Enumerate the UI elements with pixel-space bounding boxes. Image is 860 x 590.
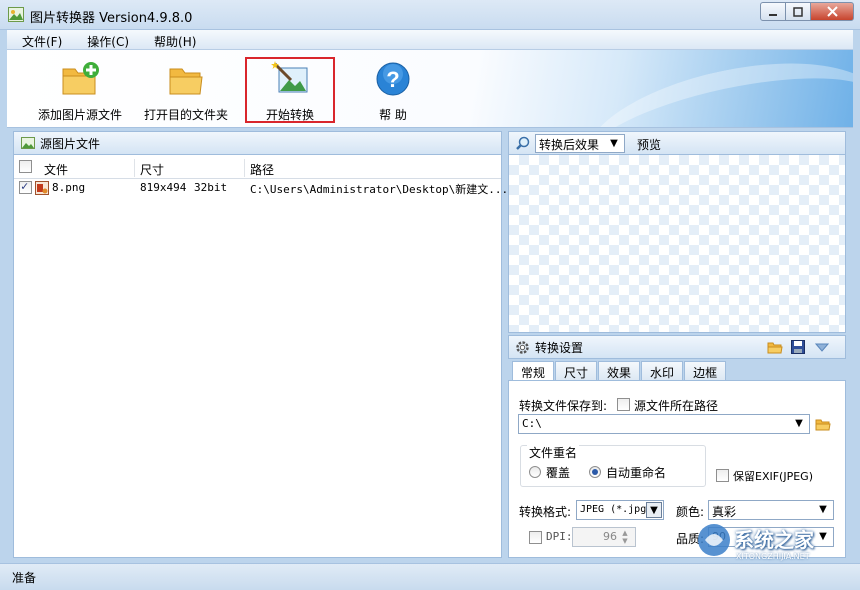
chevron-down-icon: ▼ [795, 418, 803, 429]
add-source-button[interactable]: 添加图片源文件 [21, 50, 139, 127]
save-icon[interactable] [791, 340, 805, 354]
maximize-icon [793, 6, 803, 17]
maximize-button[interactable] [785, 2, 811, 21]
status-text: 准备 [12, 571, 37, 585]
site-watermark: 系统之家 XITONGZHIJIA.NET [694, 516, 854, 576]
dpi-value: 96 [603, 530, 617, 543]
tab-watermark[interactable]: 水印 [641, 361, 684, 381]
auto-rename-label[interactable]: 自动重命名 [606, 464, 666, 481]
dpi-spinner[interactable]: 96 ▲ ▼ [572, 527, 636, 547]
chevron-down-icon: ▼ [610, 138, 618, 149]
minimize-icon [769, 13, 777, 16]
watermark-domain: XITONGZHIJIA.NET [736, 552, 810, 561]
source-path-checkbox[interactable] [617, 398, 630, 411]
menu-file[interactable]: 文件(F) [7, 30, 72, 49]
gear-icon [516, 340, 529, 354]
preview-mode-value: 转换后效果 [539, 138, 600, 152]
dpi-checkbox[interactable] [529, 531, 542, 544]
select-all-checkbox[interactable] [19, 160, 32, 173]
preview-label: 预览 [637, 138, 662, 152]
tab-size[interactable]: 尺寸 [555, 361, 598, 381]
open-folder-icon[interactable] [767, 340, 783, 354]
help-label: 帮 助 [379, 108, 407, 122]
preview-panel-header: 转换后效果 ▼ 预览 [508, 131, 846, 155]
keep-exif-label[interactable]: 保留EXIF(JPEG) [733, 468, 813, 484]
format-label: 转换格式: [519, 505, 572, 519]
window-title: 图片转换器 Version4.9.8.0 [30, 11, 193, 26]
keep-exif-checkbox[interactable] [716, 469, 729, 482]
auto-rename-radio[interactable] [589, 466, 601, 478]
save-path-value: C:\ [522, 417, 542, 430]
chevron-down-icon[interactable] [815, 343, 829, 353]
table-header: 文件 尺寸 路径 [14, 157, 501, 179]
settings-panel-title: 转换设置 [535, 340, 584, 355]
settings-panel-header: 转换设置 [508, 335, 846, 359]
table-row[interactable]: 8.png 819x494 32bit C:\Users\Administrat… [14, 179, 508, 197]
add-source-label: 添加图片源文件 [37, 108, 122, 122]
menu-operation[interactable]: 操作(C) [72, 30, 139, 49]
format-select[interactable]: JPEG (*.jpg ▼ [576, 500, 664, 520]
menu-bar: 文件(F) 操作(C) 帮助(H) [7, 30, 853, 50]
tab-effects[interactable]: 效果 [598, 361, 641, 381]
source-panel-header: 源图片文件 [13, 131, 502, 155]
browse-folder-icon[interactable] [815, 417, 831, 431]
column-size[interactable]: 尺寸 [140, 161, 164, 178]
preview-canvas [508, 155, 846, 333]
source-path-label[interactable]: 源文件所在路径 [634, 397, 718, 414]
svg-text:?: ? [386, 67, 399, 92]
folder-add-icon [62, 62, 99, 95]
close-icon [826, 6, 838, 17]
column-separator[interactable] [244, 159, 245, 177]
chevron-down-icon: ▼ [646, 502, 662, 518]
spinner-arrows-icon[interactable]: ▲ ▼ [617, 529, 633, 545]
preview-mode-select[interactable]: 转换后效果 ▼ [535, 134, 625, 153]
help-button[interactable]: ? 帮 助 [353, 50, 433, 127]
open-dest-label: 打开目的文件夹 [143, 108, 228, 122]
row-path: C:\Users\Administrator\Desktop\新建文... [250, 183, 509, 196]
png-file-icon [35, 181, 49, 195]
watermark-brand: 系统之家 [734, 528, 814, 552]
image-icon [21, 137, 35, 149]
app-icon [8, 7, 24, 22]
row-checkbox[interactable] [19, 179, 32, 194]
settings-tabs: 常规 尺寸 效果 水印 边框 [508, 361, 727, 382]
source-panel-title: 源图片文件 [40, 136, 101, 151]
source-file-list[interactable]: 文件 尺寸 路径 8.png 819x494 32bit C:\Users\Ad… [13, 155, 508, 558]
minimize-button[interactable] [760, 2, 786, 21]
column-file[interactable]: 文件 [44, 161, 68, 178]
tab-border[interactable]: 边框 [684, 361, 727, 381]
overwrite-label[interactable]: 覆盖 [546, 464, 570, 481]
save-path-combobox[interactable]: C:\ ▼ [518, 414, 810, 434]
row-dimensions: 819x494 [140, 181, 187, 194]
open-dest-button[interactable]: 打开目的文件夹 [127, 50, 245, 127]
magnifier-icon [516, 136, 530, 150]
dpi-label: DPI: [546, 530, 573, 543]
overwrite-radio[interactable] [529, 466, 541, 478]
format-value: JPEG (*.jpg [580, 504, 647, 515]
row-file-name: 8.png [52, 181, 86, 194]
watermark-logo-icon [698, 524, 730, 556]
column-path[interactable]: 路径 [250, 161, 274, 178]
row-bit-depth: 32bit [194, 181, 228, 194]
save-to-label: 转换文件保存到: [519, 399, 608, 413]
toolbar-decoration [573, 50, 853, 127]
close-button[interactable] [810, 2, 854, 21]
column-separator[interactable] [134, 159, 135, 177]
rename-group-label: 文件重名 [527, 444, 580, 461]
start-convert-label: 开始转换 [265, 108, 314, 122]
start-convert-button[interactable]: 开始转换 [247, 50, 333, 127]
folder-open-icon [169, 68, 203, 95]
tab-general[interactable]: 常规 [512, 361, 555, 382]
magic-wand-image-icon [271, 61, 308, 93]
title-bar: 图片转换器 Version4.9.8.0 [0, 0, 860, 30]
help-icon: ? [376, 62, 410, 96]
menu-help[interactable]: 帮助(H) [139, 30, 206, 49]
toolbar: 添加图片源文件 打开目的文件夹 开始转换 ? 帮 助 [7, 50, 853, 128]
